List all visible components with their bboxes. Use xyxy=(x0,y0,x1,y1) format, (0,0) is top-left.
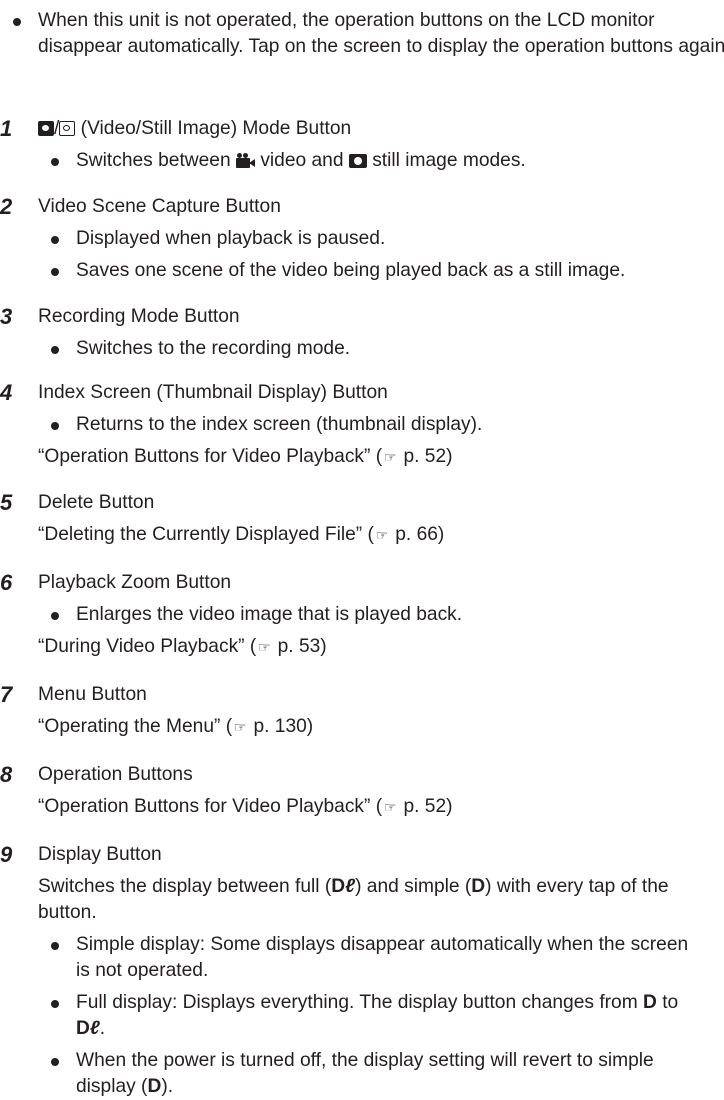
item-bullet: Switches between video and still image m… xyxy=(38,148,724,174)
list-item: 2 Video Scene Capture Button Displayed w… xyxy=(0,194,724,284)
bullet-text: Simple display: Some displays disappear … xyxy=(76,934,689,981)
reference-hand-icon: ☞ xyxy=(233,719,247,735)
cross-reference-link[interactable]: “Deleting the Currently Displayed File” … xyxy=(38,522,724,548)
cross-reference-link[interactable]: “Operation Buttons for Video Playback” (… xyxy=(38,794,724,820)
ref-text: “During Video Playback” ( xyxy=(38,636,257,657)
bullet-text: ). xyxy=(161,1076,174,1097)
bullet-text: . xyxy=(99,1018,106,1039)
item-bullet: Enlarges the video image that is played … xyxy=(38,602,724,628)
item-bullet: Full display: Displays everything. The d… xyxy=(38,990,706,1042)
list-item: 5 Delete Button “Deleting the Currently … xyxy=(0,490,724,548)
item-bullet: Saves one scene of the video being playe… xyxy=(38,258,724,284)
item-title: Index Screen (Thumbnail Display) Button xyxy=(38,382,388,403)
video-camera-icon xyxy=(235,153,255,168)
full-display-icon: Dℓ xyxy=(331,876,356,897)
item-title: Recording Mode Button xyxy=(38,306,240,327)
desc-text: ) and simple ( xyxy=(355,876,472,897)
item-title: Menu Button xyxy=(38,684,147,705)
item-number: 5 xyxy=(0,490,13,515)
item-number: 4 xyxy=(0,380,13,405)
item-number: 3 xyxy=(0,304,13,329)
item-number: 9 xyxy=(0,842,13,867)
bullet-text: video and xyxy=(254,150,349,171)
cross-reference-link[interactable]: “During Video Playback” (☞ p. 53) xyxy=(38,634,724,660)
cross-reference-link[interactable]: “Operating the Menu” (☞ p. 130) xyxy=(38,714,724,740)
still-mode-icon xyxy=(59,121,76,136)
item-title: Operation Buttons xyxy=(38,764,193,785)
intro-text: When this unit is not operated, the oper… xyxy=(38,10,724,57)
ref-page: p. 52) xyxy=(398,446,453,467)
ref-text: “Operation Buttons for Video Playback” ( xyxy=(38,446,383,467)
item-bullet: Simple display: Some displays disappear … xyxy=(38,932,696,984)
item-number: 2 xyxy=(0,194,13,219)
bullet-text: Switches between xyxy=(76,150,236,171)
list-item: 6 Playback Zoom Button Enlarges the vide… xyxy=(0,570,724,660)
simple-display-icon: D xyxy=(643,992,657,1013)
ref-page: p. 53) xyxy=(272,636,327,657)
full-display-letter: D xyxy=(76,1018,90,1039)
list-item: 7 Menu Button “Operating the Menu” (☞ p.… xyxy=(0,682,724,740)
ref-text: “Operating the Menu” ( xyxy=(38,716,233,737)
list-item: 8 Operation Buttons “Operation Buttons f… xyxy=(0,762,724,820)
ref-page: p. 66) xyxy=(389,524,445,545)
ref-page: p. 52) xyxy=(398,796,453,817)
item-number: 7 xyxy=(0,682,13,707)
item-number: 6 xyxy=(0,570,13,595)
list-item: 4 Index Screen (Thumbnail Display) Butto… xyxy=(0,380,724,470)
item-bullet: When the power is turned off, the displa… xyxy=(38,1048,706,1100)
reference-hand-icon: ☞ xyxy=(258,639,271,655)
item-description: Switches the display between full (Dℓ) a… xyxy=(38,874,688,926)
simple-display-icon: D xyxy=(471,876,486,897)
reference-hand-icon: ☞ xyxy=(383,449,397,465)
bullet-text: to xyxy=(656,992,679,1013)
intro-bullet: When this unit is not operated, the oper… xyxy=(0,8,724,60)
simple-display-icon: D xyxy=(147,1076,162,1097)
item-title-text: (Video/Still Image) Mode Button xyxy=(75,118,352,139)
reference-hand-icon: ☞ xyxy=(383,799,397,815)
list-item: 3 Recording Mode Button Switches to the … xyxy=(0,304,724,362)
still-camera-icon xyxy=(348,154,367,168)
desc-text: Switches the display between full ( xyxy=(38,876,332,897)
video-mode-icon xyxy=(38,121,54,136)
item-title: Display Button xyxy=(38,844,162,865)
ref-text: “Deleting the Currently Displayed File” … xyxy=(38,524,374,545)
bullet-text: Full display: Displays everything. The d… xyxy=(76,992,644,1013)
cross-reference-link[interactable]: “Operation Buttons for Video Playback” (… xyxy=(38,444,724,470)
item-title: Delete Button xyxy=(38,492,155,513)
list-item: 9 Display Button Switches the display be… xyxy=(0,842,724,1100)
list-item: 1 / (Video/Still Image) Mode Button Swit… xyxy=(0,116,724,174)
item-bullet: Displayed when playback is paused. xyxy=(38,226,724,252)
item-title: Playback Zoom Button xyxy=(38,572,232,593)
item-title: Video Scene Capture Button xyxy=(38,196,281,217)
item-bullet: Returns to the index screen (thumbnail d… xyxy=(38,412,724,438)
full-display-letter: D xyxy=(331,876,346,897)
item-number: 8 xyxy=(0,762,13,787)
reference-hand-icon: ☞ xyxy=(375,527,389,543)
item-title: / (Video/Still Image) Mode Button xyxy=(38,116,724,142)
ref-text: “Operation Buttons for Video Playback” ( xyxy=(38,796,383,817)
full-display-icon: Dℓ xyxy=(76,1018,100,1039)
ref-page: p. 130) xyxy=(248,716,314,737)
item-number: 1 xyxy=(0,116,13,141)
bullet-text: still image modes. xyxy=(366,150,526,171)
item-bullet: Switches to the recording mode. xyxy=(38,336,724,362)
